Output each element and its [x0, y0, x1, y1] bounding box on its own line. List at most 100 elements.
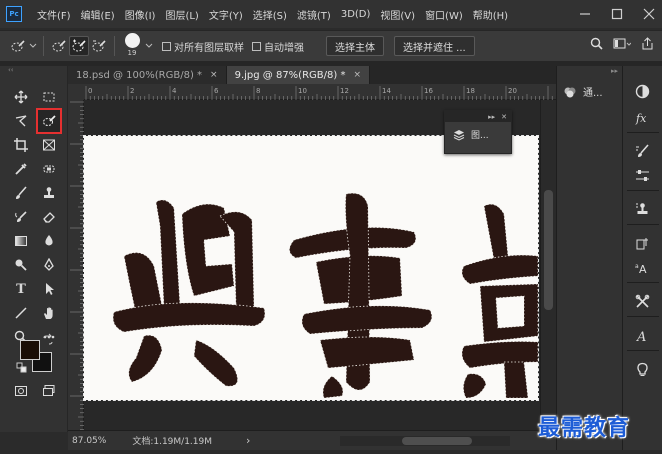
tab-close-icon[interactable]: × — [210, 70, 218, 80]
move-icon[interactable] — [10, 86, 32, 108]
stamp-icon[interactable] — [38, 182, 60, 204]
divider — [627, 350, 659, 351]
hand-icon[interactable] — [38, 302, 60, 324]
expand-panel-icon[interactable]: ▸▸ — [488, 113, 495, 121]
svg-text:a: a — [635, 263, 639, 270]
menu-select[interactable]: 选择(S) — [248, 7, 292, 22]
healing-brush-icon[interactable] — [38, 158, 60, 180]
character-styles-icon[interactable]: Aa — [631, 256, 653, 278]
zoom-level[interactable]: 87.05% — [72, 436, 106, 446]
menu-3d[interactable]: 3D(D) — [336, 9, 376, 20]
chevron-down-icon[interactable] — [28, 36, 38, 56]
ruler-label: 6 — [214, 87, 219, 95]
select-subject-button[interactable]: 选择主体 — [326, 36, 384, 56]
horizontal-ruler[interactable]: 0 2 4 6 8 10 12 14 16 18 20 — [84, 84, 557, 100]
tab-18-psd[interactable]: 18.psd @ 100%(RGB/8) * × — [68, 66, 227, 84]
dodge-icon[interactable] — [10, 254, 32, 276]
brush-settings-icon[interactable] — [631, 140, 653, 162]
type-icon[interactable]: T — [10, 278, 32, 300]
quick-selection-icon[interactable] — [36, 108, 62, 134]
lasso-icon[interactable] — [10, 110, 32, 132]
search-icon[interactable] — [590, 37, 603, 53]
status-menu-arrow[interactable]: › — [246, 434, 250, 447]
quick-mask-icon[interactable] — [10, 380, 32, 402]
close-panel-icon[interactable]: ✕ — [501, 113, 507, 121]
menu-file[interactable]: 文件(F) — [32, 7, 76, 22]
paragraph-styles-icon[interactable]: A — [631, 324, 653, 346]
select-and-mask-button[interactable]: 选择并遮住 ... — [394, 36, 475, 56]
chevron-down-icon[interactable] — [144, 36, 154, 56]
channels-panel-tab[interactable]: 通... — [563, 84, 603, 99]
ruler-label: 16 — [424, 87, 433, 95]
tool-preset-icon[interactable] — [8, 36, 28, 56]
document-info: 文档:1.19M/1.19M — [132, 437, 213, 447]
history-brush-icon[interactable] — [10, 206, 32, 228]
brush-icon[interactable] — [10, 182, 32, 204]
auto-enhance-checkbox[interactable] — [252, 41, 261, 51]
menu-filter[interactable]: 滤镜(T) — [292, 7, 336, 22]
tab-close-icon[interactable]: × — [353, 70, 361, 80]
divider — [114, 36, 115, 56]
eyedropper-icon[interactable] — [10, 158, 32, 180]
menu-type[interactable]: 文字(Y) — [204, 7, 248, 22]
panel-collapse-icon[interactable]: ▸▸ — [611, 67, 618, 75]
ruler-ticks: 0 2 4 6 8 10 12 14 16 18 20 — [85, 86, 557, 100]
close-icon[interactable] — [642, 7, 656, 21]
sample-all-layers-option[interactable]: 对所有图层取样 — [162, 39, 244, 54]
ruler-label: 18 — [466, 87, 475, 95]
eraser-icon[interactable] — [38, 206, 60, 228]
menu-window[interactable]: 窗口(W) — [420, 7, 468, 22]
scrollbar-thumb[interactable] — [402, 437, 472, 445]
menu-edit[interactable]: 编辑(E) — [76, 7, 120, 22]
blur-icon[interactable] — [38, 230, 60, 252]
horizontal-scrollbar[interactable] — [340, 436, 510, 446]
minimize-icon[interactable] — [578, 7, 592, 21]
swap-colors-icon[interactable] — [42, 333, 54, 346]
watermark-text: 最需教育 — [538, 415, 631, 441]
glyphs-icon[interactable] — [631, 232, 653, 254]
divider — [627, 224, 659, 225]
clone-source-icon[interactable] — [631, 198, 653, 220]
menu-help[interactable]: 帮助(H) — [468, 7, 513, 22]
document-image[interactable] — [83, 135, 539, 401]
menu-layer[interactable]: 图层(L) — [160, 7, 203, 22]
add-to-selection-icon[interactable] — [69, 36, 89, 56]
photoshop-logo-icon: Pc — [6, 6, 22, 22]
vertical-ruler[interactable] — [68, 100, 84, 430]
tab-label: 9.jpg @ 87%(RGB/8) * — [234, 69, 346, 81]
learn-icon[interactable] — [631, 358, 653, 380]
menu-image[interactable]: 图像(I) — [120, 7, 161, 22]
subtract-selection-icon[interactable] — [89, 36, 109, 56]
vertical-scrollbar[interactable] — [540, 100, 556, 430]
scrollbar-thumb[interactable] — [544, 190, 553, 310]
menu-view[interactable]: 视图(V) — [375, 7, 420, 22]
frame-icon[interactable] — [38, 134, 60, 156]
toolbar-collapse-icon[interactable]: ‹‹ — [8, 66, 58, 76]
tool-presets-icon[interactable] — [631, 290, 653, 312]
line-icon[interactable] — [10, 302, 32, 324]
sample-all-layers-checkbox[interactable] — [162, 41, 171, 51]
pen-icon[interactable] — [38, 254, 60, 276]
foreground-color-swatch[interactable] — [20, 340, 40, 360]
new-selection-icon[interactable] — [49, 36, 69, 56]
svg-text:fx: fx — [635, 112, 647, 125]
tab-9-jpg[interactable]: 9.jpg @ 87%(RGB/8) * × — [226, 66, 370, 84]
divider — [627, 316, 659, 317]
window-controls — [578, 0, 656, 28]
auto-enhance-option[interactable]: 自动增强 — [252, 39, 304, 54]
sliders-icon[interactable] — [631, 164, 653, 186]
default-colors-icon[interactable] — [16, 362, 28, 374]
gradient-icon[interactable] — [10, 230, 32, 252]
path-selection-icon[interactable] — [38, 278, 60, 300]
layers-panel-tab[interactable]: 图... — [445, 122, 511, 147]
layers-mini-panel: ▸▸ ✕ 图... — [444, 110, 512, 154]
screen-mode-icon[interactable] — [38, 380, 60, 402]
adjustments-icon[interactable] — [631, 80, 653, 102]
crop-icon[interactable] — [10, 134, 32, 156]
workspace-icon[interactable] — [613, 37, 632, 53]
brush-size-picker[interactable]: 19 — [120, 32, 144, 60]
share-icon[interactable] — [641, 37, 654, 53]
maximize-icon[interactable] — [610, 7, 624, 21]
styles-fx-icon[interactable]: fx — [631, 106, 653, 128]
marquee-icon[interactable] — [38, 86, 60, 108]
